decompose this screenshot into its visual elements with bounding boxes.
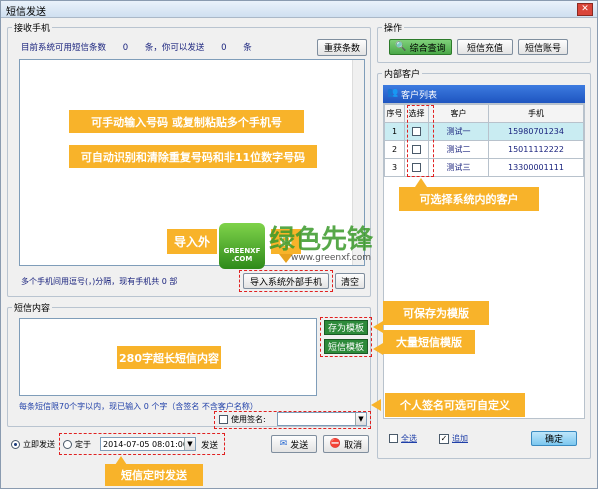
cancel-icon: ⛔ — [329, 439, 342, 449]
customer-list-title: 客户列表 — [401, 91, 438, 101]
sms-template-button[interactable]: 短信模板 — [324, 339, 368, 354]
signature-option[interactable]: 使用签名: — [219, 414, 266, 425]
send-button[interactable]: ✉ 发送 — [271, 435, 317, 453]
window-title: 短信发送 — [6, 7, 46, 18]
callout-timed-send: 短信定时发送 — [105, 464, 203, 486]
timed-send-option[interactable]: 定于 — [63, 439, 91, 450]
signature-select[interactable]: ▼ — [277, 412, 367, 426]
col-phone[interactable]: 手机 — [488, 104, 584, 123]
row-phone: 13300001111 — [488, 158, 584, 177]
callout-arrow — [415, 178, 427, 187]
send-suffix: 发送 — [201, 441, 219, 451]
row-no: 1 — [384, 122, 405, 141]
callout-arrow — [373, 321, 383, 333]
send-now-label: 立即发送 — [23, 440, 55, 449]
send-unit: 条 — [243, 43, 252, 53]
datetime-picker[interactable]: 2014-07-05 08:01:00 ▼ — [100, 437, 196, 451]
quota-line: 目前系统可用短信条数 0 条，你可以发送 0 条 — [21, 41, 252, 53]
append-checkbox[interactable]: ✓ — [439, 433, 449, 444]
customers-legend: 内部客户 — [384, 70, 421, 80]
logo-sub: .COM — [231, 255, 253, 263]
separator-hint: 多个手机间用逗号(，)分隔，现有手机共 0 部 — [21, 277, 178, 286]
account-button[interactable]: 短信账号 — [518, 39, 568, 55]
col-no: 序号 — [384, 104, 405, 123]
save-template-button[interactable]: 存为模板 — [324, 320, 368, 335]
watermark-brand: 绿色先锋 — [269, 225, 374, 255]
quota-unit: 条，你可以发送 — [144, 43, 205, 53]
cancel-label: 取消 — [344, 440, 363, 451]
query-label: 综合查询 — [409, 43, 446, 54]
callout-auto-dedupe: 可自动识别和清除重复号码和非11位数字号码 — [69, 145, 317, 168]
recharge-button[interactable]: 短信充值 — [457, 39, 513, 55]
title-bar: 短信发送 ✕ — [1, 1, 597, 18]
timed-send-label: 定于 — [75, 440, 91, 449]
callout-arrow — [371, 399, 381, 411]
recv-legend: 接收手机 — [14, 24, 51, 34]
append-option[interactable]: ✓ 追加 — [439, 433, 468, 444]
append-label[interactable]: 追加 — [452, 433, 468, 444]
import-external-button[interactable]: 导入系统外部手机 — [243, 273, 329, 289]
callout-template-bank: 大量短信模版 — [383, 330, 475, 354]
callout-arrow — [373, 343, 383, 355]
close-button[interactable]: ✕ — [577, 3, 593, 16]
query-button[interactable]: 🔍 综合查询 — [389, 39, 452, 55]
callout-signature: 个人签名可选可自定义 — [385, 393, 525, 417]
confirm-button[interactable]: 确定 — [531, 431, 577, 446]
datetime-value: 2014-07-05 08:01:00 — [103, 440, 188, 449]
refresh-count-button[interactable]: 重获条数 — [317, 39, 367, 56]
callout-import-left: 导入外 — [167, 229, 217, 254]
timed-send-radio[interactable] — [63, 440, 72, 449]
callout-select-customer: 可选择系统内的客户 — [399, 187, 539, 211]
send-now-radio[interactable] — [11, 440, 20, 449]
chevron-down-icon[interactable]: ▼ — [355, 413, 366, 425]
send-now-option[interactable]: 立即发送 — [11, 439, 55, 450]
chevron-down-icon[interactable]: ▼ — [184, 438, 195, 450]
row-no: 2 — [384, 140, 405, 159]
select-all-option[interactable]: 全选 — [389, 433, 417, 444]
content-legend: 短信内容 — [14, 304, 51, 314]
clear-button[interactable]: 清空 — [335, 273, 365, 289]
callout-save-template: 可保存为模版 — [383, 301, 489, 325]
send-value: 0 — [221, 43, 227, 53]
row-phone: 15011112222 — [488, 140, 584, 159]
row-name: 测试一 — [428, 122, 489, 141]
select-column-highlight — [407, 105, 434, 177]
row-phone: 15980701234 — [488, 122, 584, 141]
signature-label: 使用签名: — [231, 415, 266, 424]
select-all-checkbox[interactable] — [389, 434, 398, 443]
row-no: 3 — [384, 158, 405, 177]
greenxf-logo: GREENXF .COM — [219, 223, 265, 269]
callout-long-sms: 280字超长短信内容 — [117, 346, 221, 369]
select-all-label[interactable]: 全选 — [401, 433, 417, 444]
watermark-url: www.greenxf.com — [291, 253, 372, 263]
quota-value: 0 — [122, 43, 129, 53]
row-name: 测试二 — [428, 140, 489, 159]
signature-checkbox[interactable] — [219, 415, 228, 424]
logo-text: GREENXF — [223, 247, 261, 255]
send-icon: ✉ — [279, 439, 288, 449]
quota-label: 目前系统可用短信条数 — [21, 43, 107, 53]
customer-list-header: 👥 客户列表 — [383, 85, 585, 103]
ops-legend: 操作 — [384, 24, 403, 34]
cancel-button[interactable]: ⛔ 取消 — [323, 435, 369, 453]
callout-manual-input: 可手动输入号码 或复制粘贴多个手机号 — [69, 110, 304, 133]
col-customer[interactable]: 客户 — [428, 104, 489, 123]
sms-send-window: 短信发送 ✕ 接收手机 目前系统可用短信条数 0 条，你可以发送 0 条 重获条… — [0, 0, 598, 489]
users-icon: 👥 — [387, 88, 399, 98]
send-label: 发送 — [290, 440, 309, 451]
search-icon: 🔍 — [395, 42, 407, 52]
row-name: 测试三 — [428, 158, 489, 177]
